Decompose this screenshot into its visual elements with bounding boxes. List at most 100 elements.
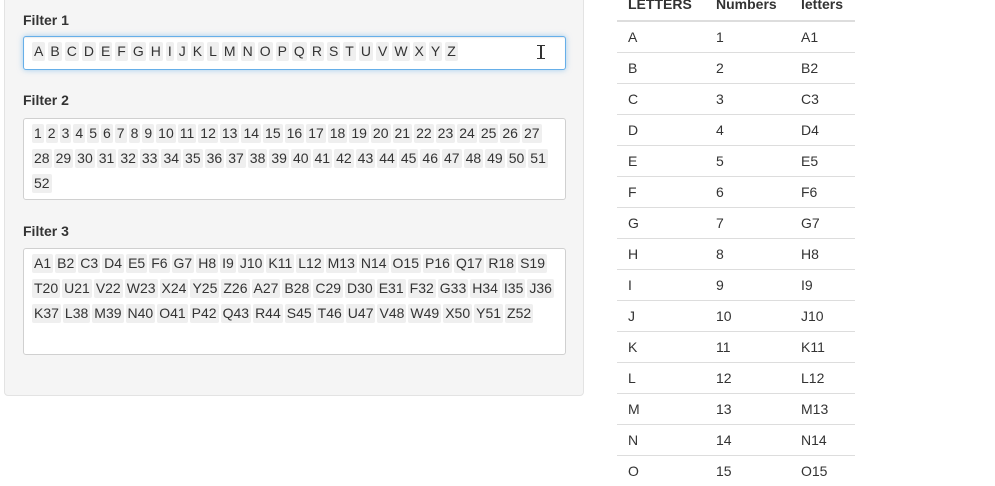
filter-1-chip[interactable]: S — [326, 42, 341, 61]
filter-3-chip[interactable]: G33 — [437, 279, 469, 298]
filter-1-chip[interactable]: B — [48, 42, 62, 61]
filter-1-chip[interactable]: W — [392, 42, 410, 61]
filter-3-chip[interactable]: F6 — [149, 254, 170, 273]
filter-1-chip[interactable]: H — [148, 42, 163, 61]
filter-2-chip[interactable]: 23 — [435, 124, 456, 143]
filter-1-chip[interactable]: R — [309, 42, 324, 61]
filter-2-chip[interactable]: 21 — [392, 124, 413, 143]
filter-3-chip[interactable]: U47 — [345, 304, 376, 323]
filter-3-chip[interactable]: L38 — [62, 304, 91, 323]
filter-1-chip[interactable]: E — [98, 42, 113, 61]
filter-3-chip[interactable]: M39 — [92, 304, 124, 323]
filter-2-chip[interactable]: 9 — [142, 124, 155, 143]
filter-3-chip[interactable]: X24 — [159, 279, 189, 298]
filter-3-chip[interactable]: F32 — [407, 279, 436, 298]
filter-2-chip[interactable]: 42 — [334, 149, 354, 168]
column-header-numbers[interactable]: Numbers — [705, 0, 790, 22]
filter-1-chip[interactable]: X — [412, 42, 426, 61]
filter-2-chip[interactable]: 35 — [183, 149, 203, 168]
filter-3-chip[interactable]: E31 — [376, 279, 406, 298]
filter-1-chip[interactable]: V — [375, 42, 390, 61]
filter-2-chip[interactable]: 43 — [355, 149, 376, 168]
filter-2-chip[interactable]: 16 — [284, 124, 305, 143]
filter-1-chip[interactable]: P — [275, 42, 289, 61]
filter-2-chip[interactable]: 28 — [32, 149, 52, 168]
filter-3-chip[interactable]: B28 — [282, 279, 312, 298]
filter-3-chip[interactable]: B2 — [55, 254, 77, 273]
filter-1-chip[interactable]: Z — [445, 42, 458, 61]
filter-3-chip[interactable]: P16 — [423, 254, 452, 273]
filter-3-chip[interactable]: Y25 — [190, 279, 220, 298]
filter-2-chip[interactable]: 38 — [247, 149, 268, 168]
filter-3-chip[interactable]: T46 — [315, 304, 344, 323]
filter-1-chip[interactable]: O — [257, 42, 273, 61]
filter-2-chip[interactable]: 50 — [506, 149, 527, 168]
filter-3-chip[interactable]: Q17 — [453, 254, 485, 273]
filter-2-chip[interactable]: 22 — [414, 124, 434, 143]
filter-2-chip[interactable]: 5 — [87, 124, 99, 143]
filter-2-chip[interactable]: 48 — [463, 149, 484, 168]
filter-2-chip[interactable]: 7 — [114, 124, 127, 143]
filter-2-chip[interactable]: 8 — [128, 124, 141, 143]
filter-2-chip[interactable]: 30 — [75, 149, 95, 168]
filter-1-select[interactable]: ABCDEFGHIJKLMNOPQRSTUVWXYZ — [23, 36, 566, 70]
filter-2-chip[interactable]: 44 — [377, 149, 397, 168]
filter-2-chip[interactable]: 45 — [398, 149, 419, 168]
filter-2-chip[interactable]: 27 — [521, 124, 542, 143]
filter-3-chip[interactable]: O41 — [157, 304, 188, 323]
filter-1-chip[interactable]: U — [358, 42, 373, 61]
filter-3-chip[interactable]: V48 — [377, 304, 407, 323]
filter-2-chip[interactable]: 11 — [177, 124, 197, 143]
filter-3-chip[interactable]: U21 — [62, 279, 92, 298]
filter-3-chip[interactable]: A27 — [251, 279, 281, 298]
filter-3-chip[interactable]: W23 — [124, 279, 158, 298]
filter-3-chip[interactable]: G7 — [171, 254, 195, 273]
filter-3-chip[interactable]: J10 — [237, 254, 265, 273]
filter-3-chip[interactable]: H8 — [196, 254, 219, 273]
filter-2-chip[interactable]: 33 — [139, 149, 160, 168]
filter-2-chip[interactable]: 47 — [441, 149, 462, 168]
filter-1-chip[interactable]: F — [115, 42, 128, 61]
filter-2-chip[interactable]: 52 — [32, 174, 52, 193]
filter-2-chip[interactable]: 2 — [45, 124, 58, 143]
filter-2-chip[interactable]: 36 — [204, 149, 225, 168]
filter-2-select[interactable]: 1 2 3 4 5 6 7 8 9 10 11 12 13 14 15 16 17 18 19 20 21 22 23 24 2… — [23, 118, 566, 200]
filter-3-chip[interactable]: J36 — [527, 279, 554, 298]
filter-3-chip[interactable]: K11 — [266, 254, 295, 273]
filter-3-chip[interactable]: W49 — [408, 304, 442, 323]
filter-1-chip[interactable]: Y — [428, 42, 443, 61]
filter-3-chip[interactable]: I9 — [220, 254, 236, 273]
column-header-letters-upper[interactable]: LETTERS — [617, 0, 705, 22]
filter-3-chip[interactable]: K37 — [32, 304, 61, 323]
filter-3-chip[interactable]: C29 — [313, 279, 344, 298]
filter-2-chip[interactable]: 17 — [306, 124, 326, 143]
filter-2-chip[interactable]: 4 — [73, 124, 86, 143]
filter-1-chip[interactable]: T — [343, 42, 356, 61]
filter-2-chip[interactable]: 46 — [420, 149, 440, 168]
filter-1-chip[interactable]: I — [165, 42, 174, 61]
filter-2-chip[interactable]: 25 — [478, 124, 499, 143]
filter-1-chip[interactable]: N — [240, 42, 255, 61]
filter-3-chip[interactable]: P42 — [189, 304, 219, 323]
filter-2-chip[interactable]: 15 — [263, 124, 283, 143]
filter-3-chip[interactable]: S45 — [284, 304, 314, 323]
filter-3-chip[interactable]: C3 — [78, 254, 101, 273]
filter-2-chip[interactable]: 32 — [118, 149, 138, 168]
filter-1-chip[interactable]: A — [32, 42, 46, 61]
filter-2-chip[interactable]: 18 — [327, 124, 348, 143]
filter-1-chip[interactable]: Q — [291, 42, 307, 61]
filter-3-chip[interactable]: R44 — [253, 304, 283, 323]
filter-2-chip[interactable]: 37 — [226, 149, 246, 168]
filter-1-chip[interactable]: M — [221, 42, 238, 61]
filter-3-chip[interactable]: V22 — [93, 279, 123, 298]
filter-3-chip[interactable]: T20 — [32, 279, 61, 298]
filter-3-chip[interactable]: Z52 — [505, 304, 534, 323]
filter-2-chip[interactable]: 24 — [457, 124, 477, 143]
filter-2-chip[interactable]: 49 — [485, 149, 505, 168]
filter-3-chip[interactable]: R18 — [486, 254, 517, 273]
filter-3-chip[interactable]: E5 — [126, 254, 148, 273]
filter-3-select[interactable]: A1 B2 C3 D4 E5 F6 G7 H8 I9 J10 K11 L12 M13 N14 O15 P16 Q… — [23, 248, 566, 355]
filter-3-chip[interactable]: D4 — [102, 254, 125, 273]
filter-3-chip[interactable]: Q43 — [220, 304, 252, 323]
filter-2-chip[interactable]: 31 — [96, 149, 117, 168]
